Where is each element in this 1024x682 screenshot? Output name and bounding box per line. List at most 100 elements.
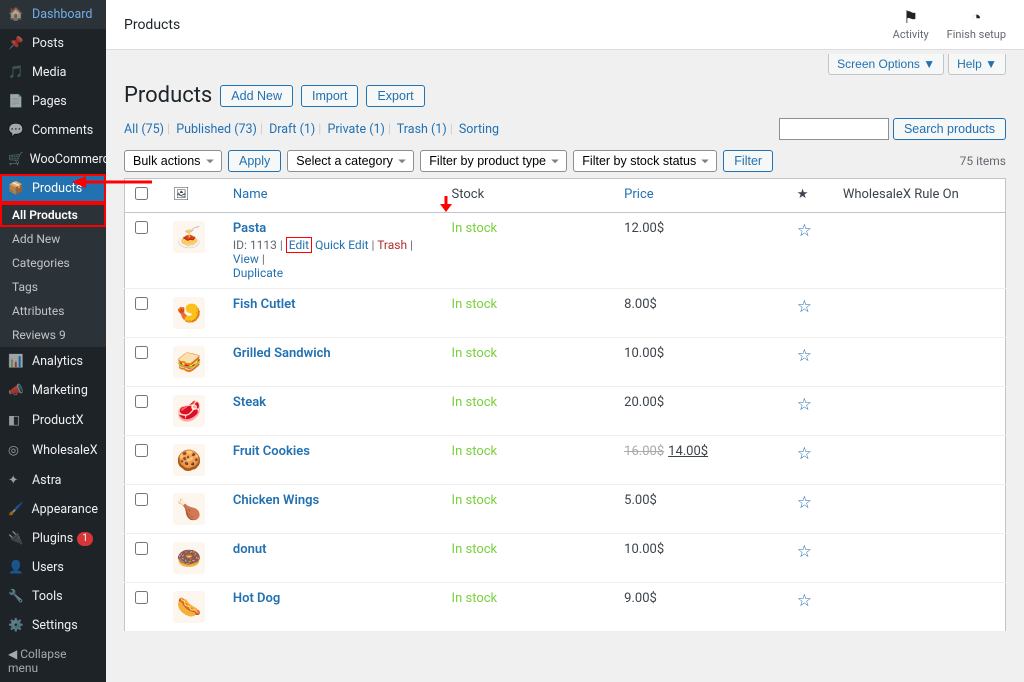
menu-label: Tools [32, 589, 63, 604]
stock-status-select[interactable]: Filter by stock status [573, 150, 717, 172]
row-checkbox[interactable] [135, 297, 148, 310]
menu-tools[interactable]: 🔧Tools [0, 582, 106, 611]
menu-woocommerce[interactable]: 🛒WooCommerce [0, 145, 106, 174]
row-checkbox[interactable] [135, 444, 148, 457]
featured-star[interactable]: ☆ [797, 221, 812, 241]
help-button[interactable]: Help ▼ [948, 54, 1006, 75]
product-thumbnail[interactable]: 🍗 [173, 493, 205, 525]
search-products-button[interactable]: Search products [893, 118, 1006, 140]
status-private[interactable]: Private (1) [327, 122, 384, 137]
menu-settings[interactable]: ⚙️Settings [0, 611, 106, 640]
product-type-select[interactable]: Filter by product type [420, 150, 567, 172]
row-checkbox[interactable] [135, 542, 148, 555]
product-name-link[interactable]: Steak [233, 395, 266, 410]
row-view-link[interactable]: View [233, 252, 259, 266]
row-checkbox[interactable] [135, 395, 148, 408]
rule-cell [833, 583, 1006, 632]
bulk-actions-select[interactable]: Bulk actions [124, 150, 222, 172]
rule-cell [833, 213, 1006, 289]
product-name-link[interactable]: Fish Cutlet [233, 297, 296, 312]
status-published[interactable]: Published (73) [176, 122, 257, 137]
menu-astra[interactable]: ✦Astra [0, 465, 106, 495]
price-cell: 10.00$ [614, 338, 787, 387]
row-edit-link[interactable]: Edit [286, 237, 312, 253]
add-new-button[interactable]: Add New [220, 85, 293, 107]
screen-options-button[interactable]: Screen Options ▼ [828, 54, 944, 75]
product-thumbnail[interactable]: 🌭 [173, 591, 205, 623]
col-image[interactable]: 🖼 [163, 179, 223, 213]
product-name-link[interactable]: Hot Dog [233, 591, 280, 606]
submenu-attributes[interactable]: Attributes [0, 299, 106, 323]
status-trash[interactable]: Trash (1) [397, 122, 447, 137]
media-icon: 🎵 [8, 65, 26, 80]
row-checkbox[interactable] [135, 346, 148, 359]
row-trash-link[interactable]: Trash [377, 238, 407, 252]
product-thumbnail[interactable]: 🥩 [173, 395, 205, 427]
submenu-categories[interactable]: Categories [0, 251, 106, 275]
submenu-tags[interactable]: Tags [0, 275, 106, 299]
submenu-reviews[interactable]: Reviews 9 [0, 323, 106, 347]
featured-star[interactable]: ☆ [797, 591, 812, 611]
activity-button[interactable]: ⚑Activity [893, 8, 929, 41]
status-all[interactable]: All (75) [124, 122, 164, 137]
status-sorting[interactable]: Sorting [459, 122, 499, 137]
apply-button[interactable]: Apply [228, 150, 281, 172]
menu-plugins[interactable]: 🔌Plugins 1 [0, 524, 106, 553]
submenu-all-products[interactable]: All Products [0, 203, 106, 227]
table-row: 🥩SteakIn stock20.00$☆ [125, 387, 1006, 436]
filter-button[interactable]: Filter [723, 150, 773, 172]
product-thumbnail[interactable]: 🍩 [173, 542, 205, 574]
search-input[interactable] [779, 118, 889, 140]
menu-wholesalex[interactable]: ◎WholesaleX [0, 435, 106, 465]
product-name-link[interactable]: donut [233, 542, 267, 557]
menu-productx[interactable]: ◧ProductX [0, 405, 106, 435]
menu-users[interactable]: 👤Users [0, 553, 106, 582]
row-checkbox[interactable] [135, 493, 148, 506]
rule-cell [833, 289, 1006, 338]
row-duplicate-link[interactable]: Duplicate [233, 266, 283, 280]
menu-products[interactable]: 📦Products [0, 174, 106, 203]
featured-star[interactable]: ☆ [797, 493, 812, 513]
menu-analytics[interactable]: 📊Analytics [0, 347, 106, 376]
product-thumbnail[interactable]: 🥪 [173, 346, 205, 378]
status-draft[interactable]: Draft (1) [269, 122, 315, 137]
row-checkbox[interactable] [135, 591, 148, 604]
menu-label: Marketing [32, 383, 88, 398]
menu-label: Users [32, 560, 64, 575]
product-thumbnail[interactable]: 🍝 [173, 221, 205, 253]
col-price[interactable]: Price [624, 187, 653, 202]
featured-star[interactable]: ☆ [797, 297, 812, 317]
menu-label: Settings [32, 618, 78, 633]
menu-appearance[interactable]: 🖌️Appearance [0, 495, 106, 524]
featured-star[interactable]: ☆ [797, 444, 812, 464]
product-name-link[interactable]: Fruit Cookies [233, 444, 310, 459]
collapse-menu[interactable]: ◀ Collapse menu [0, 640, 106, 682]
product-name-link[interactable]: Chicken Wings [233, 493, 319, 508]
featured-star[interactable]: ☆ [797, 542, 812, 562]
product-thumbnail[interactable]: 🍤 [173, 297, 205, 329]
products-table: 🖼 Name Stock Price ★ WholesaleX Rule On … [124, 178, 1006, 632]
menu-marketing[interactable]: 📣Marketing [0, 376, 106, 405]
finish-setup-button[interactable]: ◔Finish setup [947, 8, 1006, 41]
menu-pages[interactable]: 📄Pages [0, 87, 106, 116]
progress-icon: ◔ [947, 8, 1006, 28]
product-name-link[interactable]: Pasta [233, 221, 266, 236]
category-select[interactable]: Select a category [287, 150, 414, 172]
featured-star[interactable]: ☆ [797, 346, 812, 366]
product-thumbnail[interactable]: 🍪 [173, 444, 205, 476]
submenu-add-new[interactable]: Add New [0, 227, 106, 251]
rule-cell [833, 338, 1006, 387]
row-quickedit-link[interactable]: Quick Edit [315, 238, 368, 252]
select-all-checkbox[interactable] [135, 187, 148, 200]
import-button[interactable]: Import [301, 85, 358, 107]
col-name[interactable]: Name [233, 187, 268, 202]
product-name-link[interactable]: Grilled Sandwich [233, 346, 331, 361]
menu-posts[interactable]: 📌Posts [0, 29, 106, 58]
featured-star[interactable]: ☆ [797, 395, 812, 415]
menu-media[interactable]: 🎵Media [0, 58, 106, 87]
row-checkbox[interactable] [135, 221, 148, 234]
menu-comments[interactable]: 💬Comments [0, 116, 106, 145]
export-button[interactable]: Export [366, 85, 424, 107]
stock-status: In stock [452, 221, 498, 236]
menu-dashboard[interactable]: 🏠Dashboard [0, 0, 106, 29]
